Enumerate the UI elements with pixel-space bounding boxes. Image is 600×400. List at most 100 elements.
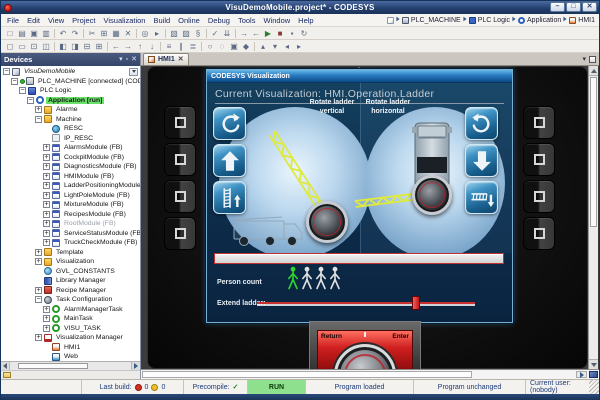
tree-item-template[interactable]: + Template xyxy=(1,248,140,258)
expand-icon[interactable]: + xyxy=(43,210,50,218)
tree-item-hmi1[interactable]: HMI1 xyxy=(1,343,140,353)
tree-item-ladderpositioningmodule[interactable]: + LadderPositioningModule (FB) xyxy=(1,181,140,191)
collapse-icon[interactable]: − xyxy=(19,87,26,95)
panel-hardware-button[interactable] xyxy=(164,217,196,250)
ladder-turntable-knob-right[interactable] xyxy=(412,175,452,215)
scroll-thumb[interactable] xyxy=(142,371,472,378)
person-icon[interactable] xyxy=(301,266,313,292)
editor-horizontal-scrollbar[interactable] xyxy=(141,369,599,379)
tree-item-plc[interactable]: − PLC Logic xyxy=(1,86,140,96)
person-icon[interactable] xyxy=(329,266,341,292)
tree-item-alarmsmodule[interactable]: + AlarmsModule (FB) xyxy=(1,143,140,153)
tree-item-visualization[interactable]: + Visualization xyxy=(1,257,140,267)
tree-item-visualization[interactable]: + Visualization Manager xyxy=(1,333,140,343)
send-backward-icon[interactable]: ▾ xyxy=(269,41,281,52)
tab-close-icon[interactable]: ✕ xyxy=(178,56,184,63)
person-icon[interactable] xyxy=(287,266,299,292)
panel-hardware-button[interactable] xyxy=(523,217,555,250)
same-width-icon[interactable]: ∥ xyxy=(175,41,187,52)
new-pou-icon[interactable]: ▧ xyxy=(168,28,180,39)
tab-maximize-icon[interactable] xyxy=(589,55,596,63)
undo-icon[interactable]: ↶ xyxy=(57,28,69,39)
tree-item-hmimodule[interactable]: + HMIModule (FB) xyxy=(1,172,140,182)
tab-hmi1[interactable]: HMI1 ✕ xyxy=(143,53,189,65)
menu-project[interactable]: Project xyxy=(68,16,99,25)
tree-item-gvl_constants[interactable]: GVL_CONSTANTS xyxy=(1,267,140,277)
delete-icon[interactable]: ✕ xyxy=(122,28,134,39)
expand-icon[interactable]: + xyxy=(43,239,50,247)
tree-item-application[interactable]: − Application [run] xyxy=(1,96,140,106)
same-height-icon[interactable]: ≣ xyxy=(187,41,199,52)
download-icon[interactable]: ⇊ xyxy=(221,28,233,39)
collapse-icon[interactable]: − xyxy=(35,296,42,304)
ladder-up-button[interactable] xyxy=(213,181,246,214)
bring-forward-icon[interactable]: ▴ xyxy=(257,41,269,52)
panel-hardware-button[interactable] xyxy=(523,180,555,213)
breadcrumb-plc-logic[interactable]: PLC Logic xyxy=(468,16,510,24)
ungroup-icon[interactable]: ▸ xyxy=(293,41,305,52)
panel-close-icon[interactable]: ✕ xyxy=(131,55,137,64)
polygon-tool-icon[interactable]: ◌ xyxy=(216,41,228,52)
tree-item-web[interactable]: Web xyxy=(1,352,140,361)
minimize-button[interactable]: – xyxy=(550,2,565,12)
scroll-right-icon[interactable] xyxy=(131,362,140,370)
tree-item-alarmmanagertask[interactable]: + AlarmManagerTask xyxy=(1,305,140,315)
panel-pin-icon[interactable]: ▫ xyxy=(126,55,128,64)
panel-hardware-button[interactable] xyxy=(164,106,196,139)
tree-item-recipe[interactable]: + Recipe Manager xyxy=(1,286,140,296)
distribute-icon[interactable]: ≡ xyxy=(163,41,175,52)
tree-item-task[interactable]: − Task Configuration xyxy=(1,295,140,305)
editor-vertical-scrollbar[interactable] xyxy=(588,66,598,369)
scroll-left-icon[interactable] xyxy=(1,362,10,370)
breakpoint-icon[interactable]: ▪ xyxy=(286,28,298,39)
expand-icon[interactable]: + xyxy=(43,191,50,199)
expand-icon[interactable]: + xyxy=(43,182,50,190)
ladder-down-button[interactable] xyxy=(465,181,498,214)
rotate-cw-button[interactable] xyxy=(465,107,498,140)
tab-list-dropdown-icon[interactable]: ▾ xyxy=(582,55,586,63)
cut-icon[interactable]: ✂ xyxy=(86,28,98,39)
rectangle-tool-icon[interactable]: ▣ xyxy=(228,41,240,52)
tree-item-mixturemodule[interactable]: + MixtureModule (FB) xyxy=(1,200,140,210)
nudge-left-icon[interactable]: ← xyxy=(110,41,122,52)
enter-label[interactable]: Enter xyxy=(392,333,409,340)
tree-item-library[interactable]: Library Manager xyxy=(1,276,140,286)
tree-item-lightpolemodule[interactable]: + LightPoleModule (FB) xyxy=(1,191,140,201)
tree-item-servicestatusmodule[interactable]: + ServiceStatusModule (FB) xyxy=(1,229,140,239)
menu-tools[interactable]: Tools xyxy=(234,16,260,25)
open-project-icon[interactable]: ▤ xyxy=(16,28,28,39)
breadcrumb-plc_machine[interactable]: PLC_MACHINE xyxy=(401,16,461,24)
maximize-button[interactable]: □ xyxy=(566,2,581,12)
expand-icon[interactable]: + xyxy=(43,324,50,332)
menu-online[interactable]: Online xyxy=(174,16,204,25)
login-icon[interactable]: → xyxy=(238,28,250,39)
collapse-icon[interactable]: − xyxy=(27,96,34,104)
tree-item-resc[interactable]: RESC xyxy=(1,124,140,134)
reset-icon[interactable]: ↻ xyxy=(298,28,310,39)
tree-item-machine[interactable]: − Machine xyxy=(1,115,140,125)
person-icon[interactable] xyxy=(315,266,327,292)
panel-hardware-button[interactable] xyxy=(523,106,555,139)
resize-grip-icon[interactable] xyxy=(589,380,599,394)
scroll-track[interactable] xyxy=(10,362,131,370)
expand-icon[interactable]: + xyxy=(43,163,50,171)
tree-item-rootmodule[interactable]: + RootModule (FB) xyxy=(1,219,140,229)
frame-tool-icon[interactable]: ▭ xyxy=(16,41,28,52)
panel-hardware-button[interactable] xyxy=(164,143,196,176)
expand-icon[interactable]: + xyxy=(43,315,50,323)
expand-icon[interactable]: + xyxy=(35,334,42,342)
expand-icon[interactable]: + xyxy=(35,286,42,294)
ellipse-tool-icon[interactable]: ○ xyxy=(204,41,216,52)
scroll-thumb[interactable] xyxy=(590,77,597,227)
close-button[interactable]: ✕ xyxy=(582,2,597,12)
devices-horizontal-scrollbar[interactable] xyxy=(1,361,140,370)
tree-item-plc_machine[interactable]: − PLC_MACHINE [connected] (CODESYS C xyxy=(1,77,140,87)
tree-item-maintask[interactable]: + MainTask xyxy=(1,314,140,324)
panel-dropdown-icon[interactable]: ▾ xyxy=(119,55,123,64)
group-icon[interactable]: ◂ xyxy=(281,41,293,52)
menu-visualization[interactable]: Visualization xyxy=(100,16,150,25)
rotary-knob[interactable] xyxy=(334,344,396,369)
menu-help[interactable]: Help xyxy=(294,16,317,25)
scroll-thumb[interactable] xyxy=(18,363,88,369)
align-right-icon[interactable]: ◨ xyxy=(69,41,81,52)
